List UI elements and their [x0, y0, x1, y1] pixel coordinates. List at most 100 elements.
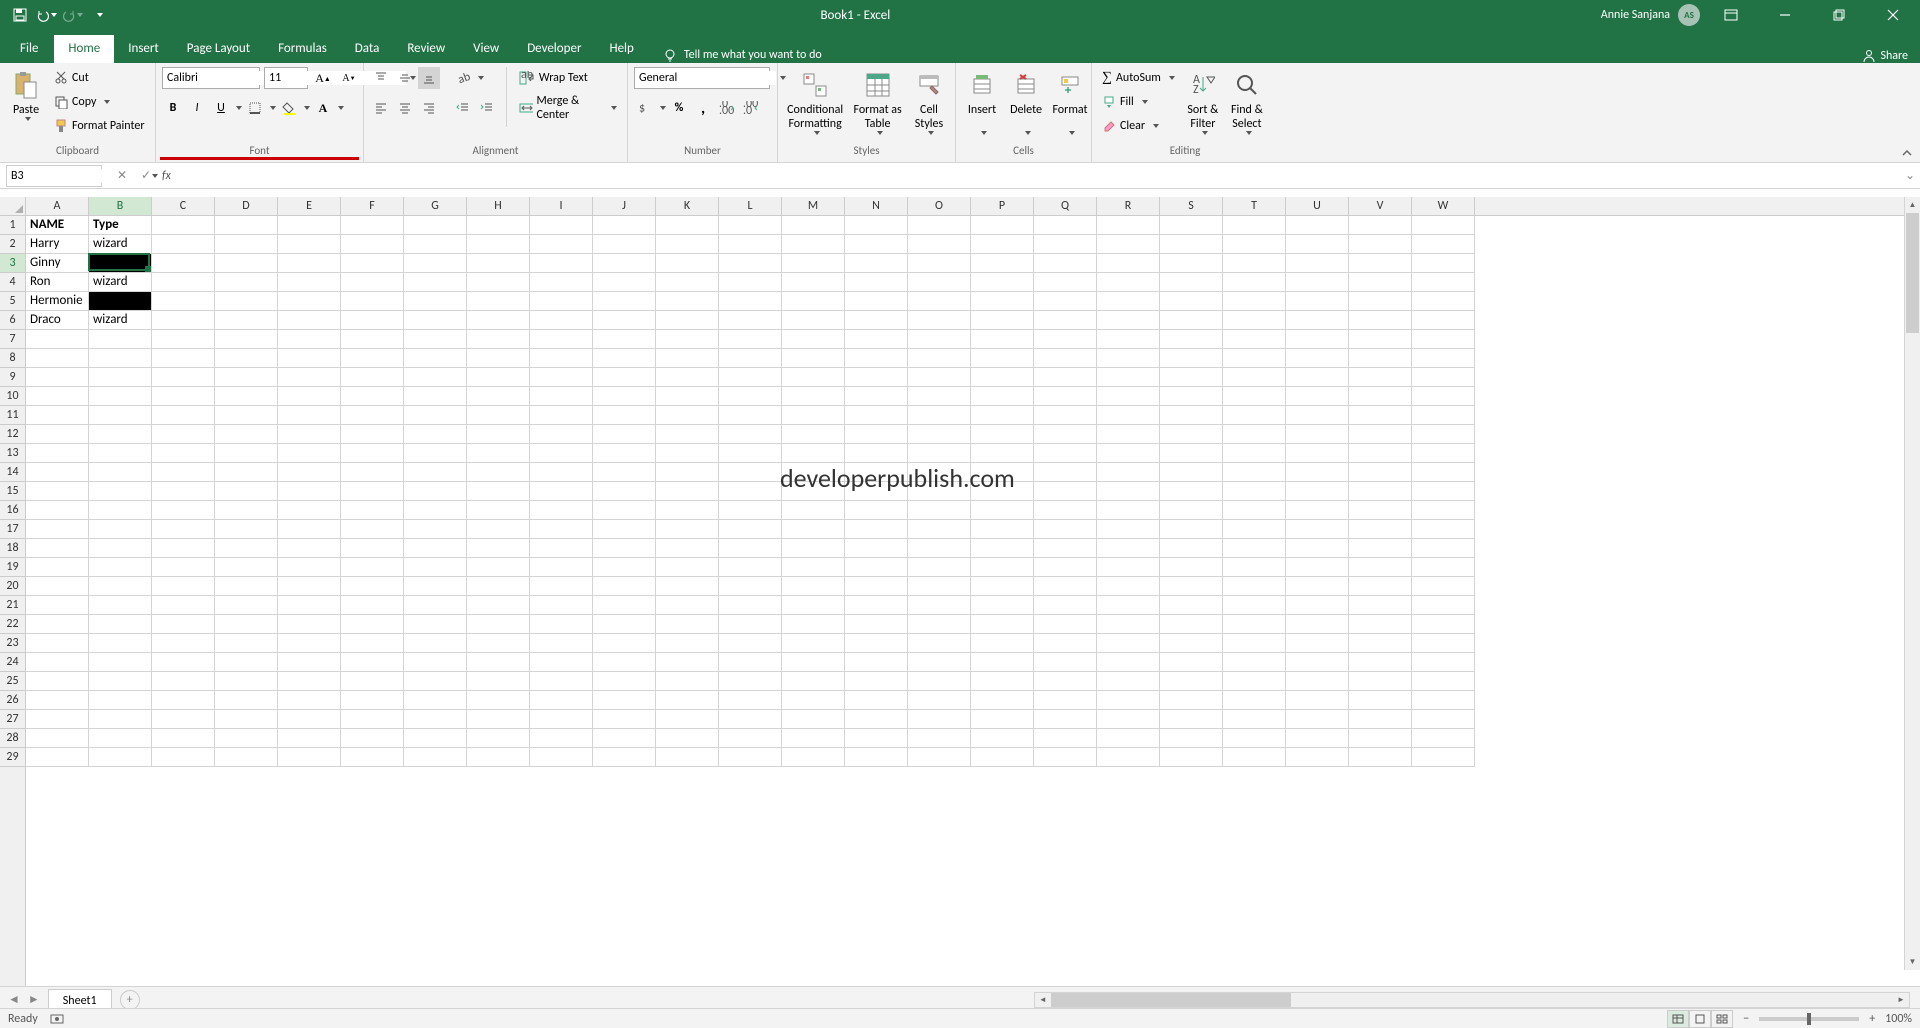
cell-L13[interactable] [719, 444, 782, 463]
cell-J13[interactable] [593, 444, 656, 463]
cell-E9[interactable] [278, 368, 341, 387]
cell-R9[interactable] [1097, 368, 1160, 387]
cell-T5[interactable] [1223, 292, 1286, 311]
cell-N8[interactable] [845, 349, 908, 368]
cell-W27[interactable] [1412, 710, 1475, 729]
cell-Q11[interactable] [1034, 406, 1097, 425]
cell-J23[interactable] [593, 634, 656, 653]
cell-U29[interactable] [1286, 748, 1349, 767]
cell-E22[interactable] [278, 615, 341, 634]
cell-A20[interactable] [26, 577, 89, 596]
cell-P13[interactable] [971, 444, 1034, 463]
cell-N4[interactable] [845, 273, 908, 292]
border-dropdown[interactable] [266, 106, 276, 110]
orientation-icon[interactable]: ab [452, 67, 474, 89]
cell-P4[interactable] [971, 273, 1034, 292]
cell-N16[interactable] [845, 501, 908, 520]
cell-F13[interactable] [341, 444, 404, 463]
cell-T12[interactable] [1223, 425, 1286, 444]
cell-E28[interactable] [278, 729, 341, 748]
cell-M25[interactable] [782, 672, 845, 691]
cell-B20[interactable] [89, 577, 152, 596]
cell-U18[interactable] [1286, 539, 1349, 558]
cell-T7[interactable] [1223, 330, 1286, 349]
cell-J8[interactable] [593, 349, 656, 368]
row-header-6[interactable]: 6 [0, 311, 25, 330]
cell-I12[interactable] [530, 425, 593, 444]
cell-I4[interactable] [530, 273, 593, 292]
cell-Q24[interactable] [1034, 653, 1097, 672]
cell-T10[interactable] [1223, 387, 1286, 406]
cell-L11[interactable] [719, 406, 782, 425]
cell-B1[interactable]: Type [89, 216, 152, 235]
row-header-7[interactable]: 7 [0, 330, 25, 349]
cell-I17[interactable] [530, 520, 593, 539]
cell-I20[interactable] [530, 577, 593, 596]
cell-N9[interactable] [845, 368, 908, 387]
cell-B3[interactable] [89, 254, 152, 273]
cell-R11[interactable] [1097, 406, 1160, 425]
user-name[interactable]: Annie Sanjana [1601, 8, 1670, 22]
cell-G20[interactable] [404, 577, 467, 596]
cell-B28[interactable] [89, 729, 152, 748]
cell-L29[interactable] [719, 748, 782, 767]
cell-C21[interactable] [152, 596, 215, 615]
cell-F3[interactable] [341, 254, 404, 273]
cell-D28[interactable] [215, 729, 278, 748]
underline-button[interactable]: U [210, 97, 232, 119]
cell-L7[interactable] [719, 330, 782, 349]
cell-Q25[interactable] [1034, 672, 1097, 691]
cell-U14[interactable] [1286, 463, 1349, 482]
cell-C13[interactable] [152, 444, 215, 463]
cell-V19[interactable] [1349, 558, 1412, 577]
row-header-26[interactable]: 26 [0, 691, 25, 710]
cell-N29[interactable] [845, 748, 908, 767]
cell-O2[interactable] [908, 235, 971, 254]
cell-K8[interactable] [656, 349, 719, 368]
cell-D4[interactable] [215, 273, 278, 292]
cell-H16[interactable] [467, 501, 530, 520]
column-header-T[interactable]: T [1223, 197, 1286, 215]
cell-D27[interactable] [215, 710, 278, 729]
cell-N10[interactable] [845, 387, 908, 406]
zoom-slider[interactable] [1759, 1017, 1859, 1021]
cell-D21[interactable] [215, 596, 278, 615]
cell-W1[interactable] [1412, 216, 1475, 235]
cell-B24[interactable] [89, 653, 152, 672]
undo-icon[interactable] [34, 3, 58, 27]
cell-V2[interactable] [1349, 235, 1412, 254]
increase-decimal-icon[interactable]: .0.00 [716, 97, 738, 119]
cell-H14[interactable] [467, 463, 530, 482]
cell-O15[interactable] [908, 482, 971, 501]
cell-H26[interactable] [467, 691, 530, 710]
increase-font-icon[interactable]: A▲ [312, 67, 334, 89]
cell-W9[interactable] [1412, 368, 1475, 387]
cell-R16[interactable] [1097, 501, 1160, 520]
cell-W28[interactable] [1412, 729, 1475, 748]
cell-M8[interactable] [782, 349, 845, 368]
cell-B4[interactable]: wizard [89, 273, 152, 292]
cell-G18[interactable] [404, 539, 467, 558]
cell-T23[interactable] [1223, 634, 1286, 653]
cell-D9[interactable] [215, 368, 278, 387]
cell-P1[interactable] [971, 216, 1034, 235]
cell-B2[interactable]: wizard [89, 235, 152, 254]
cell-P3[interactable] [971, 254, 1034, 273]
cell-V15[interactable] [1349, 482, 1412, 501]
cell-Q21[interactable] [1034, 596, 1097, 615]
cell-I7[interactable] [530, 330, 593, 349]
cell-W18[interactable] [1412, 539, 1475, 558]
cell-V23[interactable] [1349, 634, 1412, 653]
cell-M11[interactable] [782, 406, 845, 425]
cell-U7[interactable] [1286, 330, 1349, 349]
cell-K5[interactable] [656, 292, 719, 311]
cell-C17[interactable] [152, 520, 215, 539]
cell-H27[interactable] [467, 710, 530, 729]
cell-V6[interactable] [1349, 311, 1412, 330]
cell-B7[interactable] [89, 330, 152, 349]
cell-U17[interactable] [1286, 520, 1349, 539]
cell-H17[interactable] [467, 520, 530, 539]
cell-H4[interactable] [467, 273, 530, 292]
cell-U9[interactable] [1286, 368, 1349, 387]
cell-E15[interactable] [278, 482, 341, 501]
